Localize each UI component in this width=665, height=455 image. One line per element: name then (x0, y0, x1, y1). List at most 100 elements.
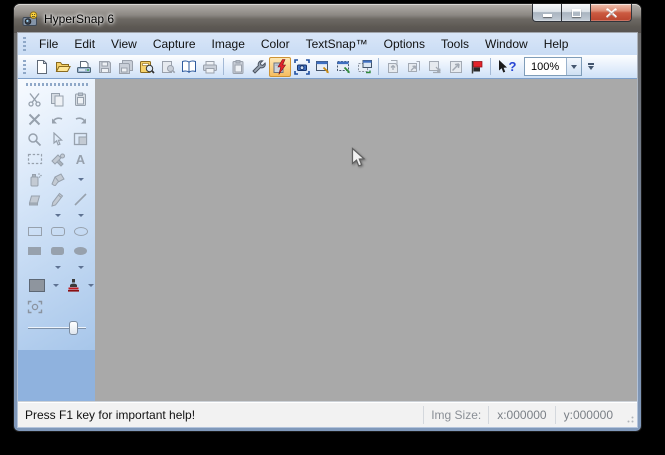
select-tool[interactable] (48, 130, 67, 148)
repeat-capture-icon (357, 59, 372, 73)
shape-options[interactable] (48, 262, 67, 272)
new-page-icon (36, 59, 47, 74)
window-capture-button[interactable] (312, 57, 333, 77)
print-button[interactable] (199, 57, 220, 77)
setup-button[interactable] (248, 57, 269, 77)
color-swatch-picker[interactable] (25, 276, 48, 294)
browse-thumbnails-button[interactable] (136, 57, 157, 77)
close-icon (605, 7, 617, 18)
camera-capture-button[interactable] (291, 57, 312, 77)
paste-tool[interactable] (71, 90, 90, 108)
copy-tool[interactable] (48, 90, 67, 108)
maximize-button[interactable] (562, 4, 590, 22)
context-help-button[interactable]: ? (494, 57, 520, 77)
toolbar-grip[interactable] (23, 59, 26, 74)
titlebar[interactable]: HyperSnap 6 (14, 4, 641, 33)
status-right-panes: Img Size: x:000000 y:000000 (423, 405, 635, 424)
cut-tool[interactable] (25, 90, 44, 108)
fit-window-tool[interactable] (71, 130, 90, 148)
color-tools[interactable] (48, 150, 67, 168)
color-swatch-options[interactable] (52, 276, 60, 294)
stamp-options[interactable] (87, 276, 95, 294)
menu-item-edit[interactable]: Edit (66, 35, 103, 53)
minimize-button[interactable] (532, 4, 562, 22)
main-toolbar: ? 100% (18, 55, 637, 79)
selection-rect-tool[interactable] (25, 150, 44, 168)
upload-1-button[interactable] (382, 57, 403, 77)
redo-tool[interactable] (71, 110, 90, 128)
screenshot-root: HyperSnap 6 File Edit View Capture Image… (0, 0, 665, 455)
undo-tool[interactable] (48, 110, 67, 128)
upload-4-button[interactable] (445, 57, 466, 77)
text-tool[interactable]: A (71, 150, 90, 168)
menu-item-color[interactable]: Color (253, 35, 298, 53)
upload-3-button[interactable] (424, 57, 445, 77)
new-button[interactable] (31, 57, 52, 77)
fill-options[interactable] (71, 262, 90, 272)
print-preview-button[interactable] (157, 57, 178, 77)
copy-icon (51, 92, 64, 106)
window-capture-icon (315, 60, 329, 73)
menubar: File Edit View Capture Image Color TextS… (18, 33, 637, 55)
eraser-tool[interactable] (25, 190, 44, 208)
canvas-area[interactable] (95, 79, 637, 401)
menu-item-file[interactable]: File (31, 35, 66, 53)
slider-handle[interactable] (68, 321, 78, 335)
repeat-capture-button[interactable] (354, 57, 375, 77)
highlight-options[interactable] (71, 170, 90, 188)
zoom-dropdown-button[interactable] (566, 58, 581, 75)
stamp-tool[interactable] (64, 276, 83, 294)
menu-item-capture[interactable]: Capture (145, 35, 204, 53)
menubar-grip[interactable] (23, 37, 26, 51)
minimize-icon (542, 13, 552, 17)
close-button[interactable] (590, 4, 632, 22)
save-all-icon (118, 59, 133, 74)
ellipse-tool[interactable] (71, 222, 90, 240)
region-capture-button[interactable] (333, 57, 354, 77)
line-tool[interactable] (71, 190, 90, 208)
zoom-combobox[interactable]: 100% (524, 57, 582, 76)
filled-ellipse-tool[interactable] (71, 242, 90, 260)
stop-flag-button[interactable] (466, 57, 487, 77)
paste-button[interactable] (227, 57, 248, 77)
rectangle-tool[interactable] (25, 222, 44, 240)
help-contents-button[interactable] (178, 57, 199, 77)
save-button[interactable] (94, 57, 115, 77)
line-options[interactable] (71, 210, 90, 220)
opacity-slider[interactable] (27, 321, 86, 335)
eraser-icon (28, 195, 40, 205)
drawing-toolbar-panel: A (18, 79, 95, 350)
toolbar-separator (223, 58, 224, 75)
pencil-tool[interactable] (48, 190, 67, 208)
spray-tool[interactable] (25, 170, 44, 188)
toolbar-separator (378, 58, 379, 75)
save-all-button[interactable] (115, 57, 136, 77)
filled-rectangle-tool[interactable] (25, 242, 44, 260)
fit-window-icon (73, 132, 88, 146)
zoom-tool[interactable] (25, 130, 44, 148)
pencil-options[interactable] (48, 210, 67, 220)
menu-item-textsnap[interactable]: TextSnap™ (298, 35, 376, 53)
highlight-tool[interactable] (48, 170, 67, 188)
focus-tool[interactable] (25, 298, 44, 316)
menu-item-window[interactable]: Window (477, 35, 536, 53)
menu-item-view[interactable]: View (103, 35, 145, 53)
capture-lightning-icon (273, 58, 287, 75)
delete-tool[interactable] (25, 110, 44, 128)
resize-grip-icon[interactable] (623, 412, 635, 424)
menu-item-tools[interactable]: Tools (433, 35, 477, 53)
menu-item-options[interactable]: Options (376, 35, 433, 53)
menu-item-image[interactable]: Image (204, 35, 253, 53)
quick-capture-button[interactable] (269, 56, 291, 77)
drawing-toolbar-grip[interactable] (25, 83, 88, 86)
filled-rounded-rectangle-tool[interactable] (48, 242, 67, 260)
open-button[interactable] (52, 57, 73, 77)
toolbar-overflow-button[interactable] (588, 63, 594, 70)
menu-item-help[interactable]: Help (536, 35, 577, 53)
upload-2-button[interactable] (403, 57, 424, 77)
rounded-rectangle-tool[interactable] (48, 222, 67, 240)
client-area: File Edit View Capture Image Color TextS… (18, 33, 637, 427)
acquire-button[interactable] (73, 57, 94, 77)
browse-magnifier-icon (139, 60, 155, 74)
chevron-down-icon (88, 283, 95, 287)
